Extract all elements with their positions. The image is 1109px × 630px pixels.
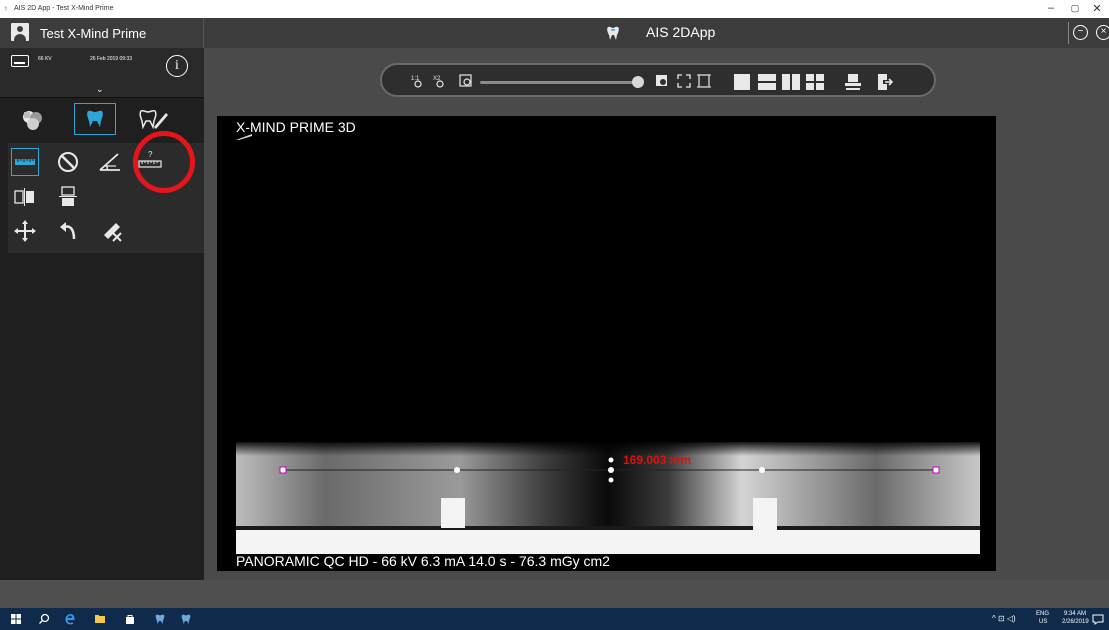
zoom-slider-handle[interactable] xyxy=(632,76,644,88)
zoom-x2-icon[interactable]: X2 xyxy=(432,73,448,89)
horizontal-split-tool[interactable] xyxy=(54,183,82,211)
ruler-icon xyxy=(15,159,35,165)
vertical-split-tool[interactable] xyxy=(11,183,39,211)
layout-grid-button[interactable] xyxy=(806,74,824,90)
app-header: Test X-Mind Prime AIS 2DApp − × xyxy=(0,18,1109,48)
chevron-down-icon[interactable]: ⌄ xyxy=(96,84,104,95)
fit-screen-icon[interactable] xyxy=(676,73,692,89)
layout-single-button[interactable] xyxy=(734,74,750,90)
header-divider xyxy=(1068,22,1069,44)
window-titlebar: ⚕ AIS 2D App - Test X-Mind Prime – ▢ ✕ xyxy=(0,0,1109,18)
angle-icon xyxy=(99,153,120,171)
acquisition-strip[interactable]: 66 KV 26 Feb 2019 09:33 i ⌄ xyxy=(0,48,204,98)
layout-horizontal-button[interactable] xyxy=(758,74,776,90)
xray-image[interactable] xyxy=(236,442,980,554)
rotate-tool[interactable] xyxy=(54,217,82,245)
protractor-icon xyxy=(58,152,78,172)
curved-arrow-icon xyxy=(60,222,76,240)
active-app-icon[interactable] xyxy=(180,613,192,625)
main-viewer: 1:1 X2 X-MIND PRIME 3D 169.003 mm PANORA… xyxy=(204,48,1109,580)
print-icon[interactable] xyxy=(844,73,862,91)
window-title: AIS 2D App - Test X-Mind Prime xyxy=(14,5,114,12)
zoom-reset-icon[interactable]: 1:1 xyxy=(410,73,426,89)
language-indicator[interactable]: ENG xyxy=(1036,611,1049,617)
scanner-icon xyxy=(11,55,29,67)
tooth-logo-icon xyxy=(607,26,619,40)
pan-tool[interactable] xyxy=(11,217,39,245)
sidebar: 66 KV 26 Feb 2019 09:33 i ⌄ ? xyxy=(0,48,204,580)
dental-annotate-button[interactable] xyxy=(132,103,174,135)
image-viewport[interactable]: X-MIND PRIME 3D 169.003 mm PANORAMIC QC … xyxy=(217,116,996,571)
region-indicator: US xyxy=(1039,619,1048,625)
move-arrows-icon xyxy=(14,220,36,242)
notification-icon[interactable] xyxy=(1092,613,1104,625)
images-stack-icon xyxy=(23,111,42,130)
ruler-delete-icon xyxy=(104,223,122,242)
app-title: AIS 2DApp xyxy=(646,24,716,40)
clock-time[interactable]: 9:34 AM xyxy=(1064,611,1086,617)
tooth-icon xyxy=(87,110,103,127)
zoom-out-icon[interactable] xyxy=(458,73,474,89)
tooth-app-icon[interactable] xyxy=(154,613,166,625)
patient-header[interactable]: Test X-Mind Prime xyxy=(0,18,204,48)
patient-images-button[interactable] xyxy=(12,103,54,135)
zoom-in-icon[interactable] xyxy=(654,73,670,89)
exposure-label: PANORAMIC QC HD - 66 kV 6.3 mA 14.0 s - … xyxy=(236,553,610,569)
kv-label: 66 KV xyxy=(38,56,52,62)
patient-name: Test X-Mind Prime xyxy=(40,26,147,41)
image-toolbar: 1:1 X2 xyxy=(380,63,936,97)
protractor-tool[interactable] xyxy=(96,148,124,176)
ruler-tool[interactable] xyxy=(11,148,39,176)
minimize-button[interactable]: – xyxy=(1044,2,1058,14)
split-horizontal-icon xyxy=(59,186,77,206)
edge-browser-icon[interactable] xyxy=(64,613,76,625)
status-bar xyxy=(0,580,1109,608)
tray-icons[interactable]: ^ ⊡ ◁) xyxy=(992,614,1016,623)
app-logo-icon: ⚕ xyxy=(4,6,8,13)
search-icon[interactable] xyxy=(38,613,50,625)
close-app-button[interactable]: × xyxy=(1096,25,1109,40)
acquisition-date: 26 Feb 2019 09:33 xyxy=(90,56,132,62)
highlight-circle xyxy=(133,131,195,193)
tooth-view-button[interactable] xyxy=(74,103,116,135)
angle-tool[interactable] xyxy=(54,148,82,176)
store-icon[interactable] xyxy=(124,613,136,625)
measurement-label: 169.003 mm xyxy=(623,453,692,467)
device-label: X-MIND PRIME 3D xyxy=(236,119,356,135)
minimize-app-button[interactable]: − xyxy=(1073,25,1088,40)
file-explorer-icon[interactable] xyxy=(94,613,106,625)
maximize-button[interactable]: ▢ xyxy=(1068,3,1082,14)
close-button[interactable]: ✕ xyxy=(1090,2,1104,15)
split-vertical-icon xyxy=(14,188,34,206)
delete-measure-tool[interactable] xyxy=(98,217,126,245)
orientation-marker xyxy=(236,134,252,140)
tooth-pencil-icon xyxy=(139,109,168,130)
actual-size-icon[interactable] xyxy=(696,73,712,89)
taskbar: ^ ⊡ ◁) ENG US 9:34 AM 2/26/2019 xyxy=(0,608,1109,630)
layout-vertical-button[interactable] xyxy=(782,74,800,90)
clock-date: 2/26/2019 xyxy=(1062,619,1089,625)
export-icon[interactable] xyxy=(876,73,894,91)
info-button[interactable]: i xyxy=(166,55,188,77)
avatar xyxy=(11,23,29,41)
windows-start-icon[interactable] xyxy=(10,613,22,625)
zoom-slider[interactable] xyxy=(480,81,636,84)
